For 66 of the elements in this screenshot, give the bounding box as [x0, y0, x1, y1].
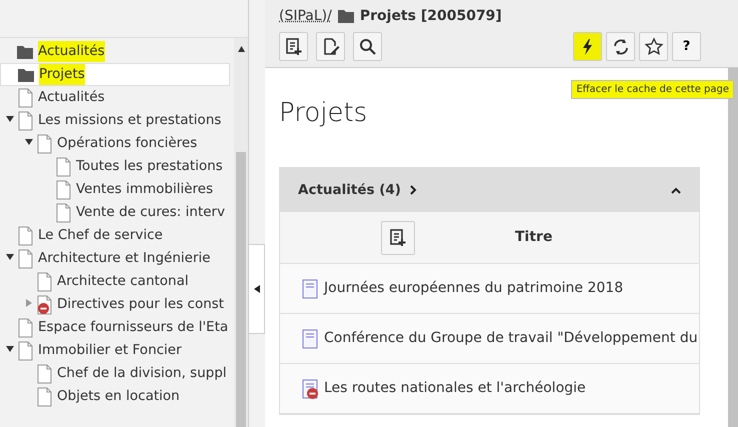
- tree-item[interactable]: Directives pour les const: [0, 293, 230, 316]
- page-icon: [35, 364, 53, 384]
- expanded-triangle-icon[interactable]: [6, 253, 14, 262]
- page-icon: [16, 88, 34, 108]
- document-icon: [302, 278, 318, 299]
- panel-header[interactable]: Actualités (4): [280, 168, 699, 212]
- page-icon: [54, 156, 72, 177]
- refresh-button[interactable]: [606, 32, 635, 61]
- page-icon: [35, 134, 53, 154]
- page-icon: [35, 386, 53, 407]
- search-icon: [358, 36, 378, 56]
- scroll-up-arrow-icon[interactable]: [238, 46, 244, 52]
- tree-item[interactable]: Architecture et Ingénierie: [0, 247, 230, 270]
- collapse-left-arrow-icon: [254, 284, 260, 292]
- page-icon: [16, 248, 34, 269]
- bookmark-button[interactable]: [639, 32, 668, 61]
- new-record-icon: [388, 228, 408, 248]
- page-icon: [54, 202, 72, 223]
- page-path-title: Projets [2005079]: [360, 6, 502, 26]
- tree-item[interactable]: Ventes immobilières: [0, 178, 230, 201]
- scrollbar[interactable]: [728, 68, 738, 427]
- record-link[interactable]: Conférence du Groupe de travail "Développement du: [324, 328, 698, 350]
- tree-item[interactable]: Actualités: [0, 86, 230, 109]
- tree-item[interactable]: Les missions et prestations: [0, 109, 230, 132]
- collapsed-triangle-icon[interactable]: [25, 299, 33, 308]
- tooltip: Effacer le cache de cette page: [571, 80, 734, 99]
- panel-title: Actualités (4): [298, 181, 401, 200]
- tree-item[interactable]: Projets: [0, 63, 230, 86]
- record-link[interactable]: Les routes nationales et l'archéologie: [324, 378, 586, 400]
- new-record-button[interactable]: [279, 32, 308, 61]
- expanded-triangle-icon[interactable]: [6, 345, 14, 354]
- page-icon: [35, 272, 53, 292]
- chevron-right-icon: [408, 185, 417, 196]
- tree-item[interactable]: Opérations foncières: [0, 132, 230, 155]
- tree-item[interactable]: Immobilier et Foncier: [0, 339, 230, 362]
- page-heading: Projets: [279, 98, 368, 130]
- page-icon: [54, 180, 72, 200]
- expanded-triangle-icon[interactable]: [6, 115, 14, 124]
- tree-item[interactable]: Actualités: [0, 40, 230, 63]
- collapse-caret-icon[interactable]: [671, 186, 681, 194]
- star-icon: [644, 36, 664, 56]
- scrollbar[interactable]: [234, 38, 248, 427]
- new-record-button[interactable]: [380, 220, 414, 255]
- tree-item[interactable]: Vente de cures: interv: [0, 201, 230, 224]
- edit-button[interactable]: [316, 32, 345, 61]
- tree-item[interactable]: Architecte cantonal: [0, 270, 230, 293]
- tree-item[interactable]: Objets en location: [0, 385, 230, 408]
- page-icon: [16, 318, 34, 338]
- clear-cache-button[interactable]: [573, 32, 602, 61]
- tree-item[interactable]: Espace fournisseurs de l'Eta: [0, 316, 230, 339]
- page-icon: [16, 340, 34, 361]
- tree-item[interactable]: Le Chef de service: [0, 224, 230, 247]
- column-header: Titre: [515, 228, 552, 248]
- folder-icon: [336, 7, 355, 25]
- page-icon: [16, 110, 34, 131]
- page-icon: [16, 226, 34, 246]
- collapse-handle[interactable]: [249, 244, 265, 334]
- document-icon: [302, 328, 318, 349]
- breadcrumb-link[interactable]: (SIPaL)/: [279, 6, 332, 26]
- record-link[interactable]: Journées européennes du patrimoine 2018: [324, 278, 624, 300]
- search-button[interactable]: [353, 32, 382, 61]
- tree-item[interactable]: Chef de la division, suppl: [0, 362, 230, 385]
- new-record-icon: [284, 36, 304, 56]
- help-button[interactable]: ?: [672, 32, 701, 61]
- expanded-triangle-icon[interactable]: [25, 138, 33, 146]
- tree-item[interactable]: Toutes les prestations: [0, 155, 230, 178]
